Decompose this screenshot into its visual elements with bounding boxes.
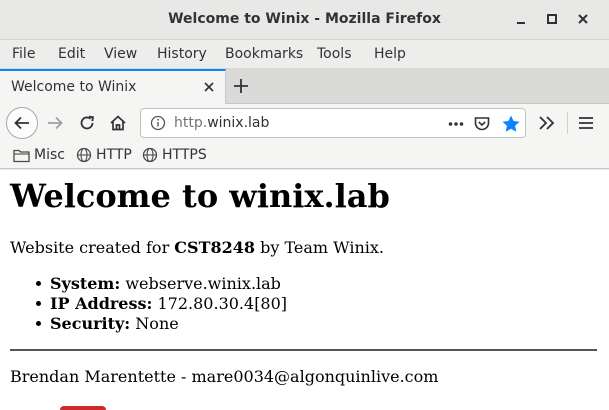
bookmark-label: HTTP [96,147,132,163]
page-content: Welcome to winix.lab Website created for… [0,170,609,410]
detail-ip-address: IP Address: 172.80.30.4[80] [35,294,288,314]
detail-label: Security: [50,314,131,333]
url-host: winix.lab [207,115,270,131]
menubar: File Edit View History Bookmarks Tools H… [0,40,609,69]
detail-label: IP Address: [50,294,153,313]
back-button[interactable] [6,107,38,139]
url-bar[interactable]: http.winix.lab [140,108,526,138]
globe-icon [142,147,158,163]
overflow-chevron-icon[interactable] [537,114,557,132]
intro-suffix: by Team Winix. [255,238,384,257]
tab-welcome[interactable]: Welcome to Winix [0,69,226,104]
intro-text: Website created for CST8248 by Team Wini… [10,238,384,257]
details-list: System: webserve.winix.lab IP Address: 1… [35,274,288,334]
folder-icon [13,149,30,162]
bookmark-misc[interactable]: Misc [13,146,65,164]
info-icon[interactable] [150,115,166,131]
menu-view[interactable]: View [104,46,137,62]
maximize-icon [547,14,557,24]
toolbar-separator [567,112,568,134]
minimize-icon [517,22,525,24]
course-code: CST8248 [174,238,256,257]
minimize-button[interactable] [512,10,530,28]
home-icon [110,115,126,131]
tab-close-icon[interactable] [202,80,216,94]
reload-button[interactable] [77,113,97,133]
pocket-icon[interactable] [473,115,491,133]
bookmark-http[interactable]: HTTP [76,146,132,164]
taskbar-app-edge [60,406,106,410]
tab-label: Welcome to Winix [11,79,137,95]
page-actions-icon[interactable] [447,115,465,133]
close-icon [578,14,588,24]
navigation-toolbar: http.winix.lab [0,104,609,142]
detail-system: System: webserve.winix.lab [35,274,287,294]
tab-strip: Welcome to Winix [0,69,609,104]
home-button[interactable] [108,113,128,133]
url-scheme: http. [174,115,208,131]
menu-help[interactable]: Help [374,46,406,62]
window-titlebar: Welcome to Winix - Mozilla Firefox [0,0,609,40]
menu-history[interactable]: History [157,46,207,62]
globe-icon [76,147,92,163]
menu-edit[interactable]: Edit [58,46,85,62]
bookmark-https[interactable]: HTTPS [142,146,207,164]
back-arrow-icon [14,116,29,130]
footer-text: Brendan Marentette - mare0034@algonquinl… [10,367,439,386]
divider [10,349,597,351]
menu-bookmarks[interactable]: Bookmarks [225,46,303,62]
forward-button[interactable] [45,113,65,133]
bookmark-label: Misc [34,147,65,163]
hamburger-menu-icon[interactable] [577,114,595,132]
forward-arrow-icon [48,116,63,130]
menu-file[interactable]: File [12,46,35,62]
reload-icon [80,115,95,130]
bookmarks-toolbar: Misc HTTP HTTPS [0,142,609,169]
url-text[interactable]: http.winix.lab [174,115,269,131]
detail-value: 172.80.30.4[80] [152,294,288,313]
detail-label: System: [50,274,121,293]
detail-value: webserve.winix.lab [120,274,281,293]
intro-prefix: Website created for [10,238,175,257]
bookmark-label: HTTPS [162,147,207,163]
menu-tools[interactable]: Tools [317,46,352,62]
close-window-button[interactable] [574,10,592,28]
bookmark-star-icon[interactable] [501,114,521,134]
detail-security: Security: None [35,314,287,334]
detail-value: None [130,314,179,333]
maximize-button[interactable] [543,10,561,28]
new-tab-icon[interactable] [232,77,250,95]
page-heading: Welcome to winix.lab [10,177,390,215]
